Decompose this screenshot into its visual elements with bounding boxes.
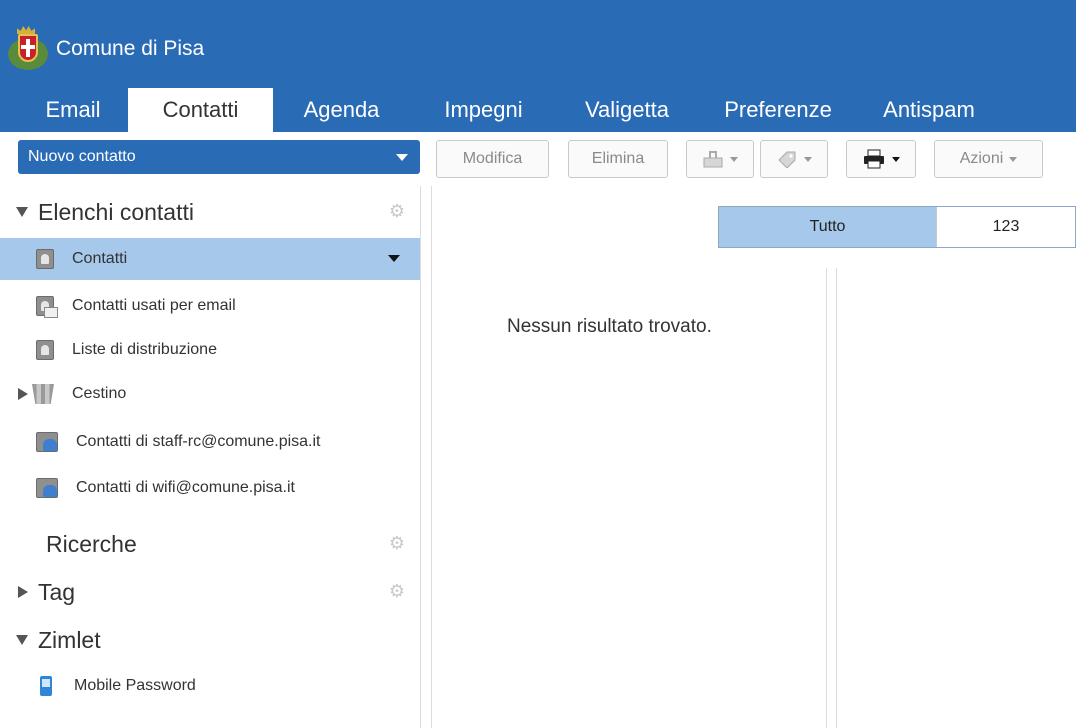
sidebar-item-label: Contatti <box>72 250 128 267</box>
sidebar-item-label: Cestino <box>72 385 127 402</box>
chevron-down-icon[interactable] <box>396 154 408 161</box>
tab-contatti[interactable]: Contatti <box>128 88 273 132</box>
sidebar-item-shared-wifi[interactable]: Contatti di wifi@comune.pisa.it <box>0 468 420 508</box>
gear-icon[interactable]: ⚙ <box>388 582 406 600</box>
sidebar-item-label: Mobile Password <box>74 677 196 694</box>
sidebar-item-label: Contatti di staff-rc@comune.pisa.it <box>76 433 321 450</box>
section-contact-lists[interactable]: Elenchi contatti ⚙ <box>0 192 420 232</box>
tag-icon <box>778 151 796 168</box>
app-header: Comune di Pisa Email Contatti Agenda Imp… <box>0 0 1076 132</box>
tag-button[interactable] <box>760 140 828 178</box>
tab-agenda[interactable]: Agenda <box>273 88 410 132</box>
emailed-contacts-icon <box>36 296 58 318</box>
shared-contacts-icon <box>36 478 58 498</box>
sidebar: Elenchi contatti ⚙ Contatti Contatti usa… <box>0 186 420 728</box>
empty-list-message: Nessun risultato trovato. <box>507 316 712 337</box>
actions-label: Azioni <box>959 150 1004 167</box>
collapse-arrow-icon[interactable] <box>16 635 28 645</box>
move-to-folder-icon <box>703 151 723 168</box>
move-button[interactable] <box>686 140 754 178</box>
sidebar-item-emailed-contacts[interactable]: Contatti usati per email <box>0 286 420 326</box>
section-title: Elenchi contatti <box>38 198 194 225</box>
collapse-arrow-icon[interactable] <box>16 207 28 217</box>
sidebar-item-contatti[interactable]: Contatti <box>0 238 420 280</box>
filter-all[interactable]: Tutto <box>719 207 937 247</box>
new-contact-label: Nuovo contatto <box>28 148 136 165</box>
section-title: Zimlet <box>38 626 101 653</box>
section-tags[interactable]: Tag ⚙ <box>0 572 420 612</box>
sidebar-item-label: Liste di distribuzione <box>72 341 217 358</box>
actions-button[interactable]: Azioni <box>934 140 1043 178</box>
app-title: Comune di Pisa <box>56 37 205 60</box>
tab-valigetta[interactable]: Valigetta <box>557 88 697 132</box>
alphabet-filter: Tutto 123 <box>718 206 1076 248</box>
expand-arrow-icon[interactable] <box>18 388 28 400</box>
filter-digits[interactable]: 123 <box>937 207 1075 247</box>
section-zimlets[interactable]: Zimlet <box>0 620 420 660</box>
toolbar: Nuovo contatto Modifica Elimina Azioni <box>0 132 1076 186</box>
tab-email[interactable]: Email <box>18 88 128 132</box>
printer-icon <box>864 149 884 169</box>
section-searches[interactable]: Ricerche ⚙ <box>0 524 420 564</box>
sidebar-item-shared-staff[interactable]: Contatti di staff-rc@comune.pisa.it <box>0 422 420 462</box>
gear-icon[interactable]: ⚙ <box>388 534 406 552</box>
pane-divider[interactable] <box>420 186 421 728</box>
delete-button[interactable]: Elimina <box>568 140 668 178</box>
pisa-crest-logo <box>8 26 48 72</box>
list-divider <box>836 268 837 728</box>
sidebar-item-distribution-lists[interactable]: Liste di distribuzione <box>0 330 420 370</box>
pane-divider <box>431 186 432 728</box>
sidebar-item-mobile-password[interactable]: Mobile Password <box>0 666 420 706</box>
address-book-icon <box>36 249 54 269</box>
trash-icon <box>32 384 54 404</box>
section-title: Tag <box>38 578 76 605</box>
list-divider[interactable] <box>826 268 827 728</box>
chevron-down-icon <box>804 156 812 162</box>
chevron-down-icon[interactable] <box>388 255 400 262</box>
sidebar-item-label: Contatti usati per email <box>72 297 236 314</box>
sidebar-item-label: Contatti di wifi@comune.pisa.it <box>76 479 295 496</box>
new-contact-button[interactable]: Nuovo contatto <box>18 140 420 174</box>
shared-contacts-icon <box>36 432 58 452</box>
chevron-down-icon <box>1009 156 1018 162</box>
tab-preferenze[interactable]: Preferenze <box>697 88 859 132</box>
expand-arrow-icon[interactable] <box>18 586 28 598</box>
print-button[interactable] <box>846 140 916 178</box>
sidebar-item-trash[interactable]: Cestino <box>0 374 420 414</box>
distribution-list-icon <box>36 340 54 360</box>
main-tabs: Email Contatti Agenda Impegni Valigetta … <box>18 88 999 132</box>
section-title: Ricerche <box>46 530 137 557</box>
tab-impegni[interactable]: Impegni <box>410 88 557 132</box>
chevron-down-icon <box>892 156 900 162</box>
chevron-down-icon <box>730 156 738 162</box>
gear-icon[interactable]: ⚙ <box>388 202 406 220</box>
tab-antispam[interactable]: Antispam <box>859 88 999 132</box>
brand[interactable]: Comune di Pisa <box>8 26 204 72</box>
mobile-phone-icon <box>40 676 52 696</box>
edit-button[interactable]: Modifica <box>436 140 549 178</box>
